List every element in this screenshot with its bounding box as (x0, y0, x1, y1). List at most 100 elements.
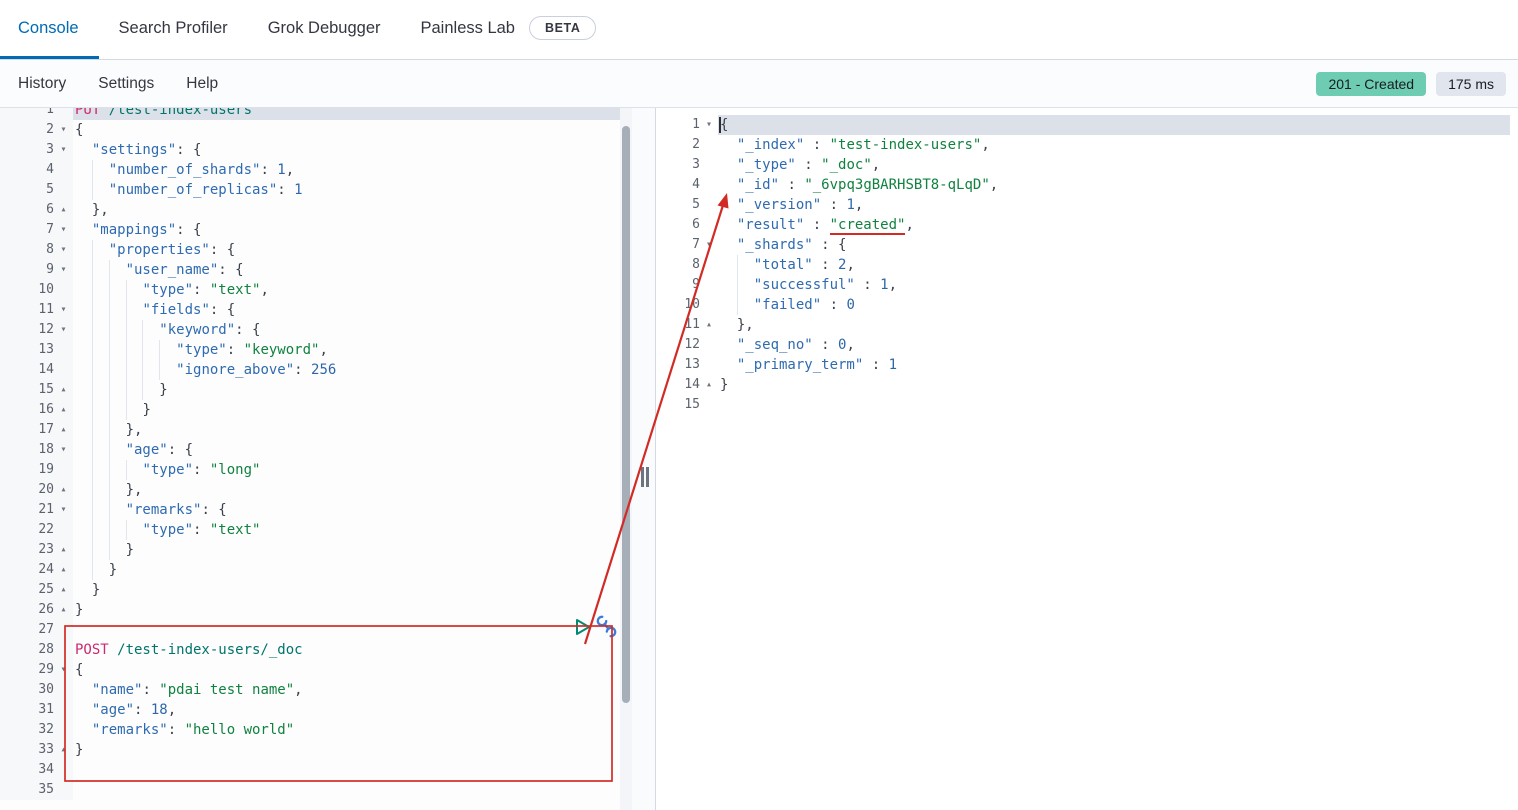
fold-toggle-icon[interactable]: ▾ (54, 120, 73, 140)
fold-toggle-icon[interactable]: ▾ (54, 220, 73, 240)
code-line[interactable]: 34 (0, 760, 620, 780)
code-line[interactable]: 31 "age": 18, (0, 700, 620, 720)
code-line[interactable]: 28POST /test-index-users/_doc (0, 640, 620, 660)
menu-settings[interactable]: Settings (98, 75, 154, 93)
code-line[interactable]: 25▴ } (0, 580, 620, 600)
code-line[interactable]: 2▾{ (0, 120, 620, 140)
code-line[interactable]: 1▾{ (656, 115, 1510, 135)
code-line[interactable]: 20▴ }, (0, 480, 620, 500)
fold-toggle-icon[interactable]: ▴ (54, 540, 73, 560)
fold-toggle-icon[interactable]: ▾ (54, 260, 73, 280)
fold-toggle-icon[interactable]: ▴ (700, 375, 718, 395)
code-line[interactable]: 18▾ "age": { (0, 440, 620, 460)
code-line[interactable]: 27 (0, 620, 620, 640)
fold-toggle-icon[interactable]: ▴ (700, 315, 718, 335)
fold-toggle-icon[interactable]: ▾ (54, 300, 73, 320)
request-editor-scrollbar[interactable] (620, 108, 632, 810)
code-line[interactable]: 8 "total" : 2, (656, 255, 1510, 275)
code-line[interactable]: 7▾ "mappings": { (0, 220, 620, 240)
fold-spacer (54, 360, 73, 380)
code-line[interactable]: 2 "_index" : "test-index-users", (656, 135, 1510, 155)
line-number: 8 (0, 240, 54, 260)
code-line[interactable]: 29▾{ (0, 660, 620, 680)
code-line[interactable]: 11▴ }, (656, 315, 1510, 335)
code-line[interactable]: 19 "type": "long" (0, 460, 620, 480)
line-number: 12 (0, 320, 54, 340)
code-line[interactable]: 33▴} (0, 740, 620, 760)
code-line[interactable]: 15▴ } (0, 380, 620, 400)
code-line[interactable]: 4 "_id" : "_6vpq3gBARHSBT8-qLqD", (656, 175, 1510, 195)
fold-toggle-icon[interactable]: ▴ (54, 380, 73, 400)
code-line[interactable]: 9▾ "user_name": { (0, 260, 620, 280)
code-line[interactable]: 30 "name": "pdai test name", (0, 680, 620, 700)
fold-toggle-icon[interactable]: ▴ (54, 200, 73, 220)
code-line[interactable]: 15 (656, 395, 1510, 415)
fold-toggle-icon[interactable]: ▴ (54, 580, 73, 600)
fold-toggle-icon[interactable]: ▾ (700, 235, 718, 255)
code-text: "name": "pdai test name", (73, 680, 620, 700)
code-line[interactable]: 7▾ "_shards" : { (656, 235, 1510, 255)
scrollbar-thumb[interactable] (622, 126, 630, 703)
tab-search-profiler[interactable]: Search Profiler (99, 0, 248, 59)
line-number: 19 (0, 460, 54, 480)
code-line[interactable]: 11▾ "fields": { (0, 300, 620, 320)
code-line[interactable]: 32 "remarks": "hello world" (0, 720, 620, 740)
fold-toggle-icon[interactable]: ▾ (54, 320, 73, 340)
indent-guide (92, 440, 93, 460)
fold-toggle-icon[interactable]: ▾ (54, 240, 73, 260)
code-line[interactable]: 22 "type": "text" (0, 520, 620, 540)
fold-toggle-icon[interactable]: ▾ (700, 115, 718, 135)
code-line[interactable]: 16▴ } (0, 400, 620, 420)
fold-toggle-icon[interactable]: ▴ (54, 600, 73, 620)
code-line[interactable]: 13 "_primary_term" : 1 (656, 355, 1510, 375)
fold-toggle-icon[interactable]: ▴ (54, 740, 73, 760)
code-line[interactable]: 5 "_version" : 1, (656, 195, 1510, 215)
code-line[interactable]: 1PUT /test-index-users (0, 108, 620, 120)
code-line[interactable]: 14 "ignore_above": 256 (0, 360, 620, 380)
fold-toggle-icon[interactable]: ▾ (54, 140, 73, 160)
code-line[interactable]: 24▴ } (0, 560, 620, 580)
fold-toggle-icon[interactable]: ▴ (54, 420, 73, 440)
code-text: }, (73, 420, 620, 440)
code-text: "type": "text" (73, 520, 620, 540)
send-request-button[interactable] (574, 617, 592, 637)
fold-toggle-icon[interactable]: ▴ (54, 480, 73, 500)
code-line[interactable]: 3▾ "settings": { (0, 140, 620, 160)
code-line[interactable]: 13 "type": "keyword", (0, 340, 620, 360)
code-line[interactable]: 12 "_seq_no" : 0, (656, 335, 1510, 355)
code-line[interactable]: 21▾ "remarks": { (0, 500, 620, 520)
code-line[interactable]: 10 "type": "text", (0, 280, 620, 300)
fold-toggle-icon[interactable]: ▴ (54, 560, 73, 580)
line-number: 25 (0, 580, 54, 600)
code-line[interactable]: 6 "result" : "created", (656, 215, 1510, 235)
code-line[interactable]: 8▾ "properties": { (0, 240, 620, 260)
indent-guide (142, 340, 143, 360)
drag-handle-icon[interactable] (641, 467, 649, 487)
request-editor[interactable]: 1PUT /test-index-users2▾{3▾ "settings": … (0, 108, 632, 810)
fold-toggle-icon[interactable]: ▾ (54, 660, 73, 680)
code-line[interactable]: 23▴ } (0, 540, 620, 560)
code-line[interactable]: 6▴ }, (0, 200, 620, 220)
tab-painless-lab[interactable]: Painless Lab BETA (401, 0, 617, 59)
code-line[interactable]: 14▴} (656, 375, 1510, 395)
line-number: 13 (656, 355, 700, 375)
fold-spacer (700, 155, 718, 175)
code-line[interactable]: 4 "number_of_shards": 1, (0, 160, 620, 180)
response-editor[interactable]: 1▾{2 "_index" : "test-index-users",3 "_t… (656, 108, 1518, 810)
code-line[interactable]: 5 "number_of_replicas": 1 (0, 180, 620, 200)
fold-toggle-icon[interactable]: ▾ (54, 500, 73, 520)
code-line[interactable]: 10 "failed" : 0 (656, 295, 1510, 315)
code-line[interactable]: 9 "successful" : 1, (656, 275, 1510, 295)
code-line[interactable]: 35 (0, 780, 620, 800)
fold-toggle-icon[interactable]: ▾ (54, 440, 73, 460)
request-options-button[interactable] (594, 612, 620, 642)
tab-grok-debugger[interactable]: Grok Debugger (248, 0, 401, 59)
menu-help[interactable]: Help (186, 75, 218, 93)
code-line[interactable]: 26▴} (0, 600, 620, 620)
code-line[interactable]: 17▴ }, (0, 420, 620, 440)
menu-history[interactable]: History (18, 75, 66, 93)
code-line[interactable]: 3 "_type" : "_doc", (656, 155, 1510, 175)
fold-toggle-icon[interactable]: ▴ (54, 400, 73, 420)
code-line[interactable]: 12▾ "keyword": { (0, 320, 620, 340)
tab-console[interactable]: Console (0, 0, 99, 59)
